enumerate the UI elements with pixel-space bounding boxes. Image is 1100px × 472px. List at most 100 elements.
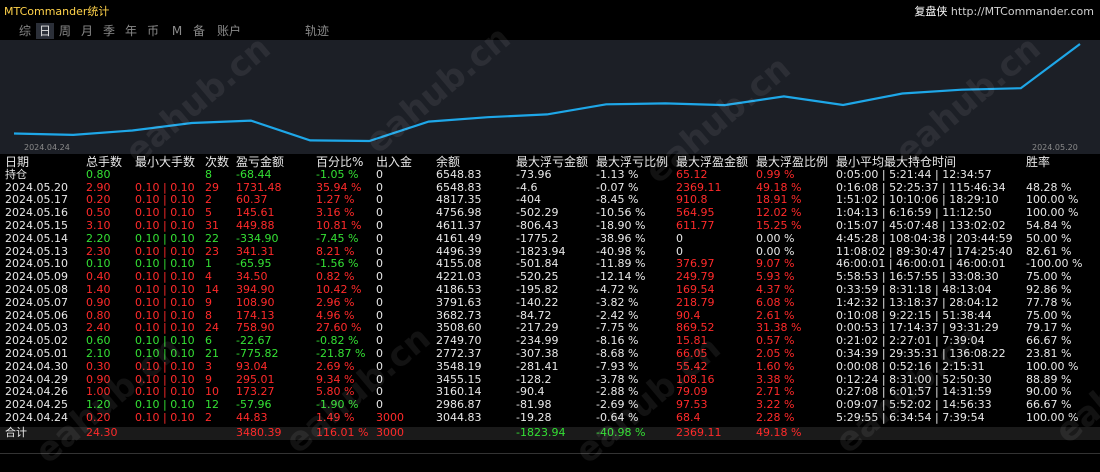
app-title: MTCommander统计 (4, 5, 110, 18)
table-cell-date: 2024.05.15 (5, 219, 68, 232)
brand-url[interactable]: http://MTCommander.com (951, 5, 1094, 18)
table-cell-pnl: -334.90 (236, 231, 279, 245)
app-window: MTCommander统计 复盘侠 http://MTCommander.com… (0, 0, 1100, 472)
tab-symbol[interactable]: 币 (144, 23, 162, 39)
table-cell-mflp: -8.68 % (596, 347, 639, 360)
total-cell-mflp: -40.98 % (596, 425, 646, 439)
table-row[interactable]: 2024.05.08 1.40 0.10 | 0.10 14 394.90 10.42 %… (0, 283, 1100, 297)
table-cell-win: 77.78 % (1026, 295, 1072, 309)
table-cell-pnl: 449.88 (236, 219, 275, 232)
table-cell-mfpp: 0.00 % (756, 231, 795, 245)
table-cell-mfl: -1775.2 (516, 231, 559, 245)
column-header[interactable]: 最大浮盈金额 (676, 156, 748, 169)
position-row[interactable]: 持仓 0.80 8 -68.44 -1.05 % 0 6548.83 -73.96 -1.13 … (0, 167, 1100, 182)
table-cell-dep: 0 (376, 167, 383, 181)
tab-track[interactable]: 轨迹 (302, 23, 332, 39)
table-cell-mflp: -7.93 % (596, 359, 639, 373)
table-cell-mfl: -281.41 (516, 359, 559, 373)
table-cell-pct: 10.81 % (316, 219, 362, 232)
balance-series-line (13, 43, 1081, 143)
brand[interactable]: 复盘侠 http://MTCommander.com (914, 3, 1094, 19)
column-header[interactable]: 日期 (5, 156, 29, 169)
table-cell-count: 3 (205, 359, 212, 373)
table-row[interactable]: 2024.04.30 0.30 0.10 | 0.10 3 93.04 2.69 % 0 35… (0, 359, 1100, 374)
table-cell-mfp: 55.42 (676, 359, 708, 373)
column-header[interactable]: 总手数 (86, 156, 122, 169)
table-cell-mfpp: 15.25 % (756, 219, 802, 232)
table-cell-lots: 2.10 (86, 347, 111, 360)
column-header[interactable]: 出入金 (376, 156, 412, 169)
table-cell-mfpp: 2.05 % (756, 347, 795, 360)
table-cell-hold: 0:34:39 | 29:35:31 | 136:08:22 (836, 347, 1006, 360)
table-cell-mfp: 218.79 (676, 295, 715, 309)
table-row[interactable]: 2024.04.24 0.20 0.10 | 0.10 2 44.83 1.49 % 300… (0, 411, 1100, 425)
table-cell-mflp: -3.82 % (596, 295, 639, 309)
table-cell-pnl: -775.82 (236, 347, 279, 360)
tab-quarter[interactable]: 季 (100, 23, 118, 39)
table-cell-mfl: -307.38 (516, 347, 559, 360)
table-cell-count: 21 (205, 347, 219, 360)
table-cell-count: 31 (205, 219, 219, 232)
table-cell-lots: 1.40 (86, 283, 111, 296)
table-cell-pct: 1.49 % (316, 411, 355, 424)
x-tick-start: 2024.04.24 (24, 143, 70, 152)
tab-year[interactable]: 年 (122, 23, 140, 39)
column-header[interactable]: 余额 (436, 156, 460, 169)
table-cell-bal: 3548.19 (436, 359, 482, 373)
table-cell-mfl: -73.96 (516, 167, 552, 181)
table-cell-mfp: 0 (676, 231, 683, 245)
table-row[interactable]: 2024.05.14 2.20 0.10 | 0.10 22 -334.90 -7.45 … (0, 231, 1100, 246)
table-cell-mflp: -1.13 % (596, 167, 639, 181)
table-cell-date: 持仓 (5, 167, 27, 181)
table-cell-pct: -1.05 % (316, 167, 359, 181)
table-cell-mfl: -806.43 (516, 219, 559, 232)
table-row[interactable]: 2024.05.15 3.10 0.10 | 0.10 31 449.88 10.81 %… (0, 219, 1100, 233)
tab-week[interactable]: 周 (56, 23, 74, 39)
x-tick-end: 2024.05.20 (1032, 143, 1078, 152)
tab-magic[interactable]: M (168, 23, 186, 39)
table-cell-pnl: 93.04 (236, 359, 268, 373)
tab-note[interactable]: 备 (190, 23, 208, 39)
table-cell-mfp: 611.77 (676, 219, 715, 232)
column-header[interactable]: 最大浮盈比例 (756, 156, 828, 169)
total-cell-mfp: 2369.11 (676, 425, 722, 439)
table-cell-bal: 4186.53 (436, 283, 482, 296)
table-cell-pnl: 108.90 (236, 295, 275, 309)
table-cell-bal: 4611.37 (436, 219, 482, 232)
table-cell-pct: 10.42 % (316, 283, 362, 296)
total-cell-pnl: 3480.39 (236, 425, 282, 439)
column-header[interactable]: 胜率 (1026, 156, 1050, 169)
table-cell-count: 8 (205, 167, 212, 181)
table-cell-win: 54.84 % (1026, 219, 1072, 232)
tab-day[interactable]: 日 (36, 23, 54, 39)
table-cell-dep: 0 (376, 283, 383, 296)
table-row[interactable]: 2024.05.07 0.90 0.10 | 0.10 9 108.90 2.96 % 0 3… (0, 295, 1100, 310)
tab-month[interactable]: 月 (78, 23, 96, 39)
total-cell-mfpp: 49.18 % (756, 425, 802, 439)
tab-overview[interactable]: 综 (16, 23, 34, 39)
column-header[interactable]: 次数 (205, 156, 229, 169)
table-cell-pct: -7.45 % (316, 231, 359, 245)
table-row[interactable]: 2024.05.01 2.10 0.10 | 0.10 21 -775.82 -21.87… (0, 347, 1100, 361)
column-header[interactable]: 百分比% (316, 156, 363, 169)
table-cell-dep: 3000 (376, 411, 404, 424)
table-cell-hold: 0:00:08 | 0:52:16 | 2:15:31 (836, 359, 985, 373)
table-cell-minmax: 0.10 | 0.10 (135, 295, 195, 309)
column-header[interactable]: 最大浮亏比例 (596, 156, 668, 169)
table-cell-mfp: 68.4 (676, 411, 701, 424)
table-cell-bal: 6548.83 (436, 167, 482, 181)
table-cell-mfpp: 6.08 % (756, 295, 795, 309)
total-cell-dep: 3000 (376, 425, 404, 439)
table-cell-mfpp: 4.37 % (756, 283, 795, 296)
total-separator (0, 453, 1100, 454)
table-cell-mflp: -18.90 % (596, 219, 646, 232)
table-cell-win: 100.00 % (1026, 359, 1079, 373)
table-cell-mflp: -0.64 % (596, 411, 639, 424)
column-header[interactable]: 最大浮亏金额 (516, 156, 588, 169)
table-cell-bal: 4161.49 (436, 231, 482, 245)
tab-account[interactable]: 账户 (214, 23, 244, 39)
column-header[interactable]: 最小大手数 (135, 156, 195, 169)
table-cell-bal: 3791.63 (436, 295, 482, 309)
column-header[interactable]: 最小平均最大持仓时间 (836, 156, 956, 169)
column-header[interactable]: 盈亏金额 (236, 156, 284, 169)
